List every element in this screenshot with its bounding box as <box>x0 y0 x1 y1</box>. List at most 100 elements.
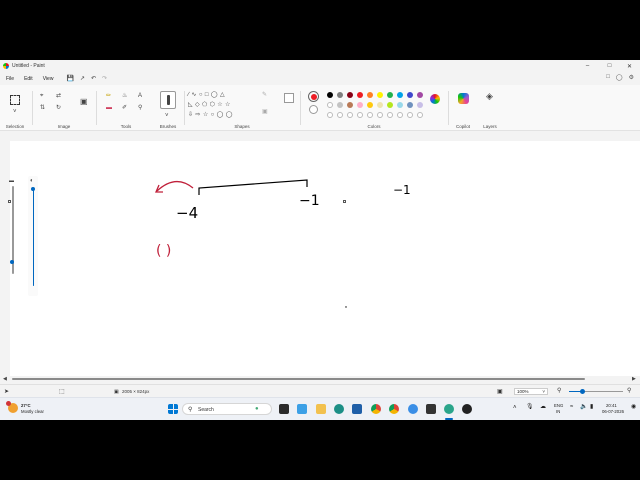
color-swatch[interactable] <box>407 92 413 98</box>
image-picture-icon[interactable]: ▣ <box>80 98 88 106</box>
brush-icon[interactable] <box>160 91 176 109</box>
start-icon[interactable] <box>168 404 178 414</box>
color-swatch[interactable] <box>377 92 383 98</box>
copilot-icon[interactable] <box>458 93 469 104</box>
resize-icon[interactable]: ⇄ <box>56 93 61 99</box>
scroll-left-icon[interactable]: ◀ <box>3 376 7 382</box>
maximize-button[interactable]: □ <box>602 60 617 72</box>
color-swatch[interactable] <box>397 92 403 98</box>
onedrive-icon[interactable]: ☁ <box>540 404 546 410</box>
chrome-profile-icon[interactable] <box>389 404 399 414</box>
custom-color-slot[interactable] <box>387 112 393 118</box>
custom-color-slot[interactable] <box>337 112 343 118</box>
app-icon-blue[interactable] <box>408 404 418 414</box>
rotate-icon[interactable]: ↻ <box>56 105 61 111</box>
save-icon[interactable]: 💾 <box>66 75 73 82</box>
custom-color-slot[interactable] <box>397 112 403 118</box>
tray-chevron-icon[interactable]: ˄ <box>513 405 517 411</box>
color-swatch[interactable] <box>367 92 373 98</box>
notification-icon[interactable]: ◉ <box>631 404 636 410</box>
shapes-gallery[interactable]: ∕∿○□◯△ ◺◇⬠⬡☆☆ ⇩⇨☆○◯◯ <box>188 90 258 120</box>
language-bottom[interactable]: IN <box>556 409 560 414</box>
custom-color-slot[interactable] <box>327 112 333 118</box>
color-swatch[interactable] <box>367 102 373 108</box>
chrome-icon[interactable] <box>371 404 381 414</box>
color-swatch[interactable] <box>337 102 343 108</box>
custom-color-slot[interactable] <box>367 112 373 118</box>
task-view-icon[interactable] <box>279 404 289 414</box>
chevron-down-icon[interactable]: ˅ <box>13 109 17 115</box>
edge-icon[interactable] <box>334 404 344 414</box>
language-top[interactable]: ENG <box>554 403 563 408</box>
color-1-selector[interactable] <box>308 91 319 102</box>
minimize-button[interactable]: – <box>580 60 595 72</box>
feedback-icon[interactable]: □ <box>606 74 610 81</box>
menu-edit[interactable]: Edit <box>24 76 33 82</box>
fit-to-window-icon[interactable]: ▣ <box>497 388 503 395</box>
pencil-icon[interactable]: ✏ <box>106 93 111 99</box>
opacity-slider[interactable]: ◐ <box>28 176 38 296</box>
color-swatch[interactable] <box>327 92 333 98</box>
horizontal-scrollbar[interactable]: ◀ ▶ <box>0 376 640 382</box>
brush-size-slider[interactable]: ▬ <box>9 178 17 274</box>
color-swatch[interactable] <box>347 92 353 98</box>
edit-colors-icon[interactable] <box>430 94 440 104</box>
weather-icon[interactable] <box>6 401 18 413</box>
custom-color-slot[interactable] <box>347 112 353 118</box>
text-icon[interactable]: A <box>138 93 142 99</box>
custom-color-slot[interactable] <box>377 112 383 118</box>
close-button[interactable]: ✕ <box>622 60 637 72</box>
color-swatch[interactable] <box>357 92 363 98</box>
wifi-icon[interactable]: ≈ <box>570 404 573 410</box>
custom-color-slot[interactable] <box>417 112 423 118</box>
color-swatch[interactable] <box>337 92 343 98</box>
color-swatch[interactable] <box>417 92 423 98</box>
scroll-right-icon[interactable]: ▶ <box>632 376 636 382</box>
drawing-canvas[interactable]: −4 −1 −1 ( ) <box>10 141 640 376</box>
magnifier-icon[interactable]: ⚲ <box>138 105 142 111</box>
share-icon[interactable]: ↗ <box>80 75 85 82</box>
color-2-selector[interactable] <box>309 105 318 114</box>
color-swatch[interactable] <box>387 92 393 98</box>
select-icon[interactable] <box>10 95 20 105</box>
zoom-in-icon[interactable]: ⚲ <box>627 387 631 394</box>
color-swatch[interactable] <box>357 102 363 108</box>
terminal-icon[interactable] <box>426 404 436 414</box>
zoom-out-icon[interactable]: ⚲ <box>557 387 561 394</box>
volume-icon[interactable]: 🔈 <box>580 404 587 410</box>
outline-icon[interactable]: ✎ <box>262 92 267 98</box>
file-explorer-icon[interactable] <box>316 404 326 414</box>
account-icon[interactable]: ◯ <box>616 74 623 81</box>
brush-chevron-icon[interactable]: ˅ <box>165 113 169 119</box>
eraser-icon[interactable]: ▬ <box>106 105 112 111</box>
menu-view[interactable]: View <box>43 76 54 82</box>
size-thumb[interactable] <box>10 260 14 264</box>
zoom-select[interactable]: 100% ˅ <box>514 388 548 395</box>
fill-style-icon[interactable]: ▣ <box>262 109 268 115</box>
color-picker-icon[interactable]: ✐ <box>122 105 127 111</box>
battery-icon[interactable]: ▮ <box>590 404 593 410</box>
custom-color-slot[interactable] <box>407 112 413 118</box>
taskbar-search[interactable]: ⚲ Search ● <box>182 403 272 415</box>
clock-date[interactable]: 06-07-2026 <box>602 409 624 414</box>
settings-icon[interactable]: ⚙ <box>629 74 634 81</box>
paint-taskbar-icon[interactable] <box>444 404 454 414</box>
color-swatch[interactable] <box>327 102 333 108</box>
zoom-slider-thumb[interactable] <box>580 389 585 394</box>
widgets-icon[interactable] <box>297 404 307 414</box>
color-swatch[interactable] <box>397 102 403 108</box>
color-swatch[interactable] <box>417 102 423 108</box>
mic-icon[interactable]: 🎙 <box>526 404 534 410</box>
undo-icon[interactable]: ↶ <box>91 75 96 82</box>
color-swatch[interactable] <box>407 102 413 108</box>
store-icon[interactable] <box>352 404 362 414</box>
custom-color-slot[interactable] <box>357 112 363 118</box>
canvas-handle-top-mid[interactable] <box>343 200 346 203</box>
menu-file[interactable]: File <box>6 76 14 82</box>
redo-icon[interactable]: ↷ <box>102 75 107 82</box>
scrollbar-thumb[interactable] <box>12 378 585 380</box>
crop-icon[interactable]: ⌖ <box>40 93 43 99</box>
app-icon-dark[interactable] <box>462 404 472 414</box>
size-icon[interactable] <box>284 93 294 103</box>
color-swatch[interactable] <box>347 102 353 108</box>
